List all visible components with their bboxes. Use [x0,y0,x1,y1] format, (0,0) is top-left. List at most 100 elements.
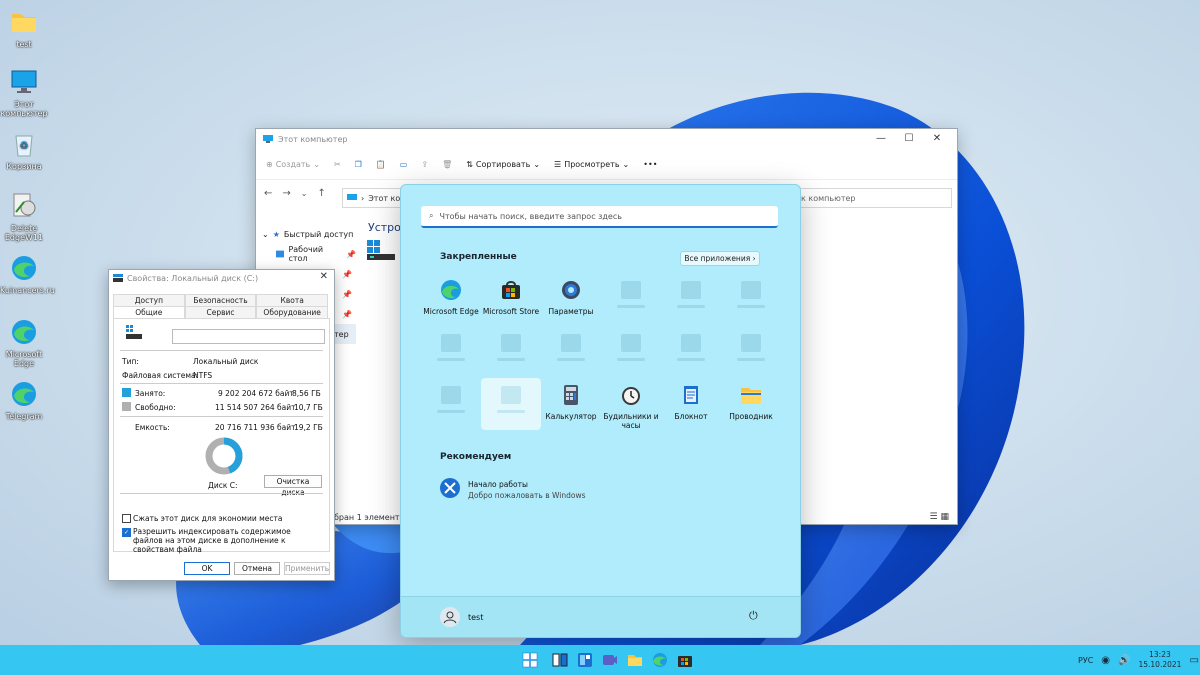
sort-button[interactable]: ⇅ Сортировать ⌄ [466,160,540,169]
forward-arrow-icon[interactable]: → [282,188,290,199]
cancel-button[interactable]: Отмена [234,562,280,575]
disk-cleanup-button[interactable]: Очистка диска [264,475,322,497]
search-box-text: к компьютер [801,193,856,203]
app-label: Блокнот [674,412,708,421]
pinned-app-store[interactable]: Microsoft Store [481,279,541,316]
desktop-icon-this-pc[interactable]: Этот компьютер [0,68,48,118]
app-label: Параметры [548,307,594,316]
index-checkbox[interactable]: ✓ [122,528,131,537]
clock[interactable]: 13:23 15.10.2021 [1138,650,1181,670]
up-arrow-icon[interactable]: ↑ [317,188,325,199]
volume-label-input[interactable] [172,329,325,344]
drive-icon[interactable] [366,239,396,263]
ok-button[interactable]: OK [184,562,230,575]
user-account-button[interactable]: test [440,607,483,627]
calculator-icon [564,385,578,405]
notifications-icon[interactable]: ▭ [1189,655,1198,666]
back-arrow-icon[interactable]: ← [264,188,272,199]
hovered-tile[interactable] [481,378,541,430]
pinned-app-edge[interactable]: Microsoft Edge [421,279,481,316]
close-button[interactable]: ✕ [923,131,951,147]
create-button[interactable]: ⊕ Создать ⌄ [266,160,320,169]
general-panel: Тип: Локальный диск Файловая система: NT… [113,318,330,554]
widgets-icon[interactable] [577,652,593,668]
pinned-app-settings[interactable]: Параметры [541,279,601,316]
dialog-titlebar[interactable]: Свойства: Локальный диск (C:) [109,270,334,286]
start-search-input[interactable]: ⌕ Чтобы начать поиск, введите запрос зде… [421,206,778,228]
placeholder-label [437,410,465,413]
chevron-down-icon: ⌄ [533,159,541,169]
placeholder-tile [681,281,701,299]
store-icon[interactable] [677,652,693,668]
recycle-bin-icon: ♻ [15,135,33,157]
drive-icon [126,325,142,339]
file-explorer-icon[interactable] [627,652,643,668]
plus-circle-icon: ⊕ [266,159,273,169]
windows-start-icon[interactable] [522,652,538,668]
edge-icon[interactable] [652,652,668,668]
tiles-view-icon[interactable]: ▦ [940,512,949,522]
desktop-icon-test-folder[interactable]: test [0,8,48,49]
close-button[interactable]: ✕ [320,271,328,282]
placeholder-label [737,358,765,361]
placeholder-label [737,305,765,308]
recent-chevron-icon[interactable]: ⌄ [301,189,308,198]
all-apps-button[interactable]: Все приложения › [680,251,760,266]
power-icon[interactable]: ⏻ [749,609,758,623]
used-gb: 8,56 ГБ [292,389,321,398]
tree-item-desktop[interactable]: Рабочий стол 📌 [256,244,356,264]
rename-icon[interactable]: ▭ [400,160,408,169]
language-indicator[interactable]: РУС [1078,656,1093,665]
volume-icon[interactable]: 🔊 [1118,655,1130,666]
tab-tools[interactable]: Сервис [184,306,257,318]
placeholder-tile [441,386,461,404]
monitor-icon [263,135,273,143]
tab-quota[interactable]: Квота [256,294,329,306]
disk-properties-dialog[interactable]: Свойства: Локальный диск (C:) ✕ Доступ Б… [108,269,335,581]
paste-icon[interactable]: 📋 [376,160,386,169]
pinned-app-explorer[interactable]: Проводник [721,384,781,421]
view-toggle[interactable]: ☰ ▦ [930,512,949,522]
desktop-icon-recycle-bin[interactable]: ♻ Корзина [0,130,48,171]
star-icon: ★ [272,229,280,239]
tab-hardware[interactable]: Оборудование [256,306,329,318]
recommended-title: Начало работы [468,480,528,489]
tab-access[interactable]: Доступ [113,294,185,306]
tab-general[interactable]: Общие [113,306,185,318]
address-bar[interactable]: › Этот ком [342,188,408,208]
delete-icon[interactable]: 🗑 [442,160,452,169]
tree-item-quick-access[interactable]: ⌄ ★ Быстрый доступ [256,224,356,244]
more-options-button[interactable]: ••• [643,160,657,169]
explorer-titlebar[interactable]: Этот компьютер [256,129,957,149]
details-view-icon[interactable]: ☰ [930,512,938,522]
compress-checkbox[interactable] [122,514,131,523]
apply-button[interactable]: Применить [284,562,330,575]
placeholder-tile [441,334,461,352]
pinned-app-alarms[interactable]: Будильники и часы [601,384,661,430]
chat-icon[interactable] [602,652,618,668]
edge-icon [12,320,36,344]
desktop-icon-kuinancers[interactable]: Kuinancers.ru [0,254,55,295]
task-view-icon[interactable] [552,652,568,668]
minimize-button[interactable]: — [867,131,895,147]
search-box[interactable]: к компьютер [796,188,952,208]
recommended-item[interactable]: Начало работы Добро пожаловать в Windows [439,477,639,501]
cut-icon[interactable]: ✂ [334,160,341,169]
system-tray: РУС ◉ 🔊 13:23 15.10.2021 ▭ [1078,645,1199,675]
pinned-app-notepad[interactable]: Блокнот [661,384,721,421]
share-icon[interactable]: ⇪ [421,160,428,169]
network-icon[interactable]: ◉ [1101,655,1110,666]
view-button[interactable]: ☰ Просмотреть ⌄ [554,160,629,169]
desktop-icon-telegram[interactable]: Telegram [0,380,48,421]
copy-icon[interactable]: ❐ [355,160,362,169]
tab-security[interactable]: Безопасность [184,294,257,306]
maximize-button[interactable]: ☐ [895,131,923,147]
app-label: Microsoft Store [482,307,540,316]
monitor-icon [347,194,357,200]
pinned-app-calculator[interactable]: Калькулятор [541,384,601,421]
desktop-icon-delete-edge[interactable]: Delete EdgeW11 [0,192,48,242]
svg-text:♻: ♻ [20,141,29,152]
type-label: Тип: [122,357,139,366]
desktop-icon-edge[interactable]: Microsoft Edge [0,318,48,368]
used-color-swatch [122,388,131,397]
